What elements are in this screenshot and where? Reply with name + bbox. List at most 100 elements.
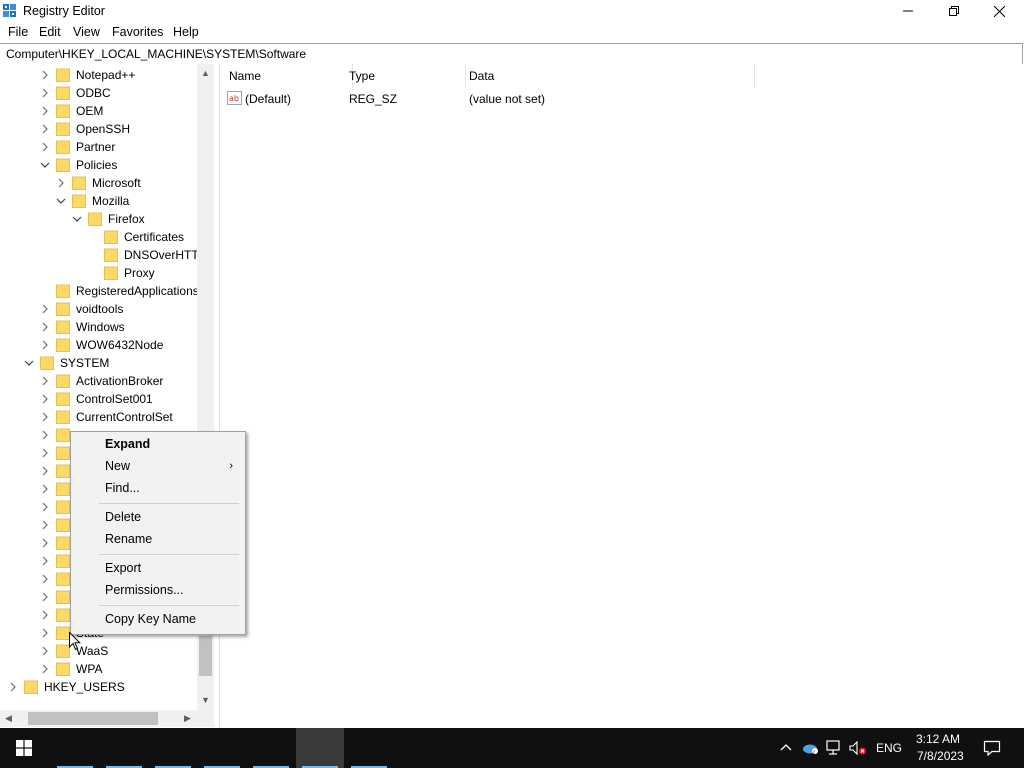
chevron-right-icon[interactable] [40,376,50,386]
chevron-right-icon[interactable] [40,556,50,566]
chevron-right-icon[interactable] [40,466,50,476]
chevron-right-icon[interactable] [40,538,50,548]
tree-item[interactable]: Policies [40,156,117,174]
tree-item[interactable]: Proxy [88,264,155,282]
chevron-right-icon[interactable] [40,610,50,620]
menu-favorites[interactable]: Favorites [112,25,163,39]
tree-item[interactable]: WOW6432Node [40,336,163,354]
column-header-name[interactable]: Name [220,64,353,88]
taskbar-app-2[interactable] [100,728,148,768]
chevron-down-icon[interactable] [24,358,34,368]
chevron-right-icon[interactable] [40,106,50,116]
scroll-right-arrow-icon[interactable]: ▶ [184,714,191,723]
clock-time[interactable]: 3:12 AM [916,732,960,746]
context-menu-export[interactable]: Export [71,557,245,579]
chevron-right-icon[interactable] [40,646,50,656]
chevron-right-icon[interactable] [40,628,50,638]
restore-button[interactable] [931,0,977,22]
tree-item[interactable]: WPA [40,660,102,678]
scroll-down-arrow-icon[interactable]: ▼ [201,696,210,705]
chevron-right-icon[interactable] [40,502,50,512]
tree-item[interactable]: ControlSet001 [40,390,153,408]
onedrive-icon[interactable]: x [802,740,820,756]
context-menu-delete[interactable]: Delete [71,506,245,528]
tree-item[interactable]: Microsoft [56,174,141,192]
title-bar[interactable]: Registry Editor [0,0,1024,22]
notifications-icon[interactable] [983,740,1001,756]
tree-item[interactable]: Partner [40,138,115,156]
tree-item[interactable]: OpenSSH [40,120,130,138]
scroll-up-arrow-icon[interactable]: ▲ [201,69,210,78]
chevron-right-icon[interactable] [40,70,50,80]
tree-item[interactable]: SYSTEM [24,354,109,372]
tree-item[interactable]: OEM [40,102,103,120]
chevron-right-icon[interactable] [40,412,50,422]
address-path[interactable]: Computer\HKEY_LOCAL_MACHINE\SYSTEM\Softw… [6,47,306,61]
taskbar-app-1[interactable] [51,728,99,768]
context-menu-new[interactable]: New › [71,455,245,477]
chevron-right-icon[interactable] [40,394,50,404]
values-list[interactable]: Name Type Data ab (Default) REG_SZ (valu… [219,64,1024,728]
menu-help[interactable]: Help [173,25,199,39]
taskbar-app-7[interactable] [345,728,393,768]
horizontal-scroll-thumb[interactable] [28,712,158,725]
tree-horizontal-scrollbar[interactable]: ◀ ▶ [0,710,197,727]
minimize-button[interactable] [885,0,931,22]
network-icon[interactable] [826,740,844,756]
taskbar-app-registry-editor[interactable] [296,728,344,768]
input-language[interactable]: ENG [876,741,902,755]
menu-file[interactable]: File [8,25,28,39]
chevron-right-icon[interactable] [40,484,50,494]
column-header-type[interactable]: Type [343,64,466,88]
chevron-right-icon[interactable] [40,322,50,332]
chevron-right-icon[interactable] [8,682,18,692]
chevron-right-icon[interactable] [56,178,66,188]
clock-date[interactable]: 7/8/2023 [917,749,964,763]
tree-item[interactable]: voidtools [40,300,123,318]
tree-item[interactable]: DNSOverHTTP [88,246,207,264]
chevron-right-icon[interactable] [40,574,50,584]
context-menu-expand[interactable]: Expand [71,433,245,455]
tree-item[interactable]: Firefox [72,210,145,228]
start-button[interactable] [0,728,48,768]
context-menu-permissions[interactable]: Permissions... [71,579,245,601]
chevron-right-icon[interactable] [40,448,50,458]
tree-item[interactable]: Mozilla [56,192,129,210]
tree-item[interactable]: Windows [40,318,125,336]
chevron-down-icon[interactable] [72,214,82,224]
chevron-right-icon[interactable] [40,304,50,314]
tree-item[interactable]: HKEY_USERS [8,678,125,696]
chevron-right-icon[interactable] [40,88,50,98]
taskbar-app-5[interactable] [247,728,295,768]
chevron-down-icon[interactable] [40,160,50,170]
column-header-data[interactable]: Data [463,64,755,88]
taskbar-app-3[interactable] [149,728,197,768]
value-row[interactable]: ab (Default) REG_SZ (value not set) [220,90,750,108]
tree-item[interactable]: ODBC [40,84,111,102]
vertical-scroll-thumb[interactable] [199,636,212,676]
context-menu-rename[interactable]: Rename [71,528,245,550]
tree-item[interactable]: Certificates [88,228,184,246]
chevron-right-icon[interactable] [40,664,50,674]
chevron-up-icon[interactable] [780,742,792,752]
close-button[interactable] [976,0,1022,22]
tree-item[interactable]: Notepad++ [40,66,135,84]
menu-edit[interactable]: Edit [39,25,61,39]
context-menu-copy-key-name[interactable]: Copy Key Name [71,608,245,630]
scroll-left-arrow-icon[interactable]: ◀ [5,714,12,723]
chevron-right-icon[interactable] [40,592,50,602]
chevron-right-icon[interactable] [40,430,50,440]
chevron-right-icon[interactable] [40,520,50,530]
tree-item[interactable]: ActivationBroker [40,372,163,390]
menu-view[interactable]: View [73,25,100,39]
context-menu-find[interactable]: Find... [71,477,245,499]
chevron-down-icon[interactable] [56,196,66,206]
chevron-right-icon[interactable] [40,142,50,152]
tree-item[interactable]: RegisteredApplications [40,282,199,300]
taskbar-app-4[interactable] [198,728,246,768]
tree-item[interactable]: CurrentControlSet [40,408,173,426]
address-bar[interactable]: Computer\HKEY_LOCAL_MACHINE\SYSTEM\Softw… [0,43,1023,65]
chevron-right-icon[interactable] [40,340,50,350]
volume-muted-icon[interactable] [849,740,867,756]
chevron-right-icon[interactable] [40,124,50,134]
